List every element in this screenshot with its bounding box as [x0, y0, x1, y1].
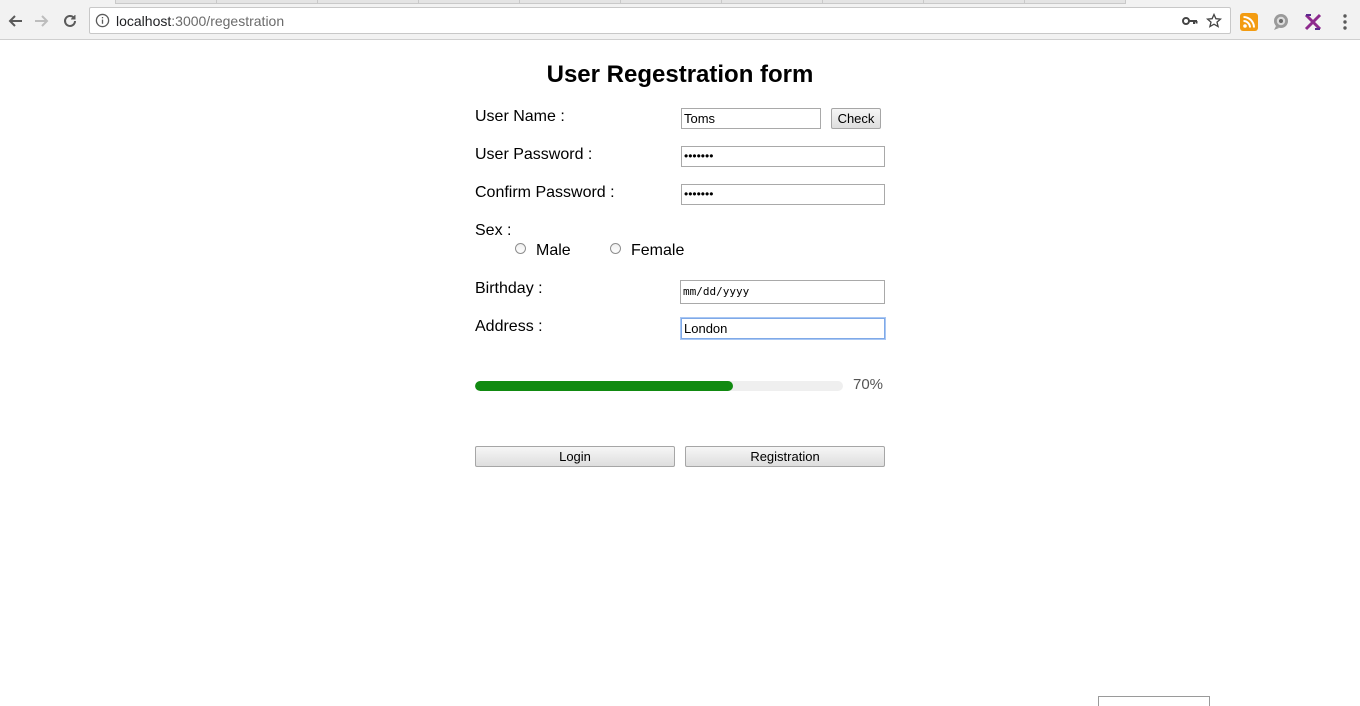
- address-label: Address :: [475, 318, 543, 335]
- page-title: User Regestration form: [546, 61, 814, 88]
- more-vertical-icon: [1343, 14, 1347, 30]
- username-input[interactable]: Toms: [681, 108, 821, 129]
- address-bar[interactable]: localhost:3000/regestration: [89, 7, 1231, 34]
- address-input[interactable]: London: [681, 318, 885, 339]
- url-path: :3000/regestration: [171, 13, 285, 29]
- progress-bar: [475, 381, 843, 391]
- browser-toolbar: localhost:3000/regestration: [0, 4, 1360, 40]
- forward-arrow-icon: [35, 15, 49, 27]
- rss-extension-button[interactable]: [1239, 12, 1259, 32]
- key-icon[interactable]: [1182, 15, 1198, 27]
- url-host: localhost: [116, 13, 172, 29]
- reload-icon: [64, 14, 76, 27]
- url-text[interactable]: localhost:3000/regestration: [116, 13, 284, 29]
- progress-percent: 70%: [853, 376, 884, 393]
- password-input[interactable]: •••••••: [681, 146, 885, 167]
- check-button[interactable]: Check: [831, 108, 881, 129]
- x-logo-icon: [1304, 13, 1322, 31]
- registration-button[interactable]: Registration: [685, 446, 885, 467]
- birthday-label: Birthday :: [475, 280, 543, 297]
- login-button[interactable]: Login: [475, 446, 675, 467]
- info-icon[interactable]: [95, 13, 110, 28]
- back-button[interactable]: [3, 9, 27, 33]
- username-label: User Name :: [475, 108, 565, 125]
- birthday-input[interactable]: mm/dd/yyyy: [680, 280, 885, 304]
- female-radio[interactable]: [610, 243, 621, 254]
- popup-edge: [1098, 696, 1210, 706]
- rss-icon: [1240, 13, 1258, 31]
- browser-menu-button[interactable]: [1335, 12, 1355, 32]
- sex-label: Sex :: [475, 222, 512, 239]
- progress-bar-fill: [475, 381, 733, 391]
- x-extension-button[interactable]: [1303, 12, 1323, 32]
- password-label: User Password :: [475, 146, 593, 163]
- star-icon[interactable]: [1206, 13, 1222, 29]
- female-radio-label[interactable]: Female: [631, 241, 684, 261]
- male-radio[interactable]: [515, 243, 526, 254]
- forward-button[interactable]: [30, 9, 54, 33]
- chat-extension-button[interactable]: [1271, 12, 1291, 32]
- reload-button[interactable]: [58, 9, 82, 33]
- speech-bubble-icon: [1274, 14, 1288, 30]
- confirm-password-input[interactable]: •••••••: [681, 184, 885, 205]
- male-radio-label[interactable]: Male: [536, 241, 571, 261]
- confirm-password-label: Confirm Password :: [475, 184, 615, 201]
- back-arrow-icon: [8, 15, 22, 27]
